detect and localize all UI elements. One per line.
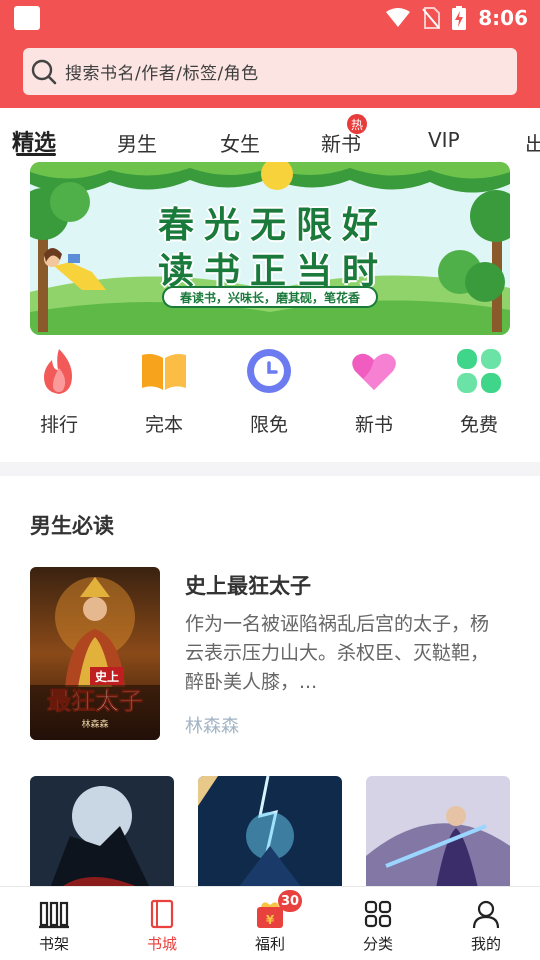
status-icons: 8:06 <box>386 4 528 32</box>
book-thumbnail[interactable] <box>366 776 510 888</box>
quick-entry-completed[interactable]: 完本 <box>119 340 209 437</box>
promo-banner[interactable]: 春光无限好 读书正当时 春读书，兴味长，磨其砚，笔花香 <box>30 162 510 335</box>
quick-entry-label: 免费 <box>459 414 498 436</box>
quick-entry-ranking[interactable]: 排行 <box>14 340 104 437</box>
nav-label: 分类 <box>362 935 393 953</box>
svg-text:¥: ¥ <box>266 913 275 927</box>
quick-entries: 排行 完本 限免 新书 免费 <box>0 340 540 440</box>
header: 8:06 搜索书名/作者/标签/角色 <box>0 0 540 108</box>
book-thumbnail-art <box>30 776 174 888</box>
bottom-nav: 书架 书城 ¥ 福利 分类 我的 <box>0 886 540 960</box>
banner-headline-1: 春光无限好 <box>157 204 389 247</box>
cover-author: 林森森 <box>81 718 108 730</box>
wifi-icon <box>386 8 411 27</box>
book-thumbnail-art <box>366 776 510 888</box>
active-tab-indicator <box>16 153 56 156</box>
no-sim-icon <box>422 7 441 29</box>
featured-book-author: 林森森 <box>185 716 239 737</box>
nav-label: 福利 <box>254 935 285 953</box>
status-bar: 8:06 <box>0 0 540 36</box>
open-book-icon <box>139 346 189 396</box>
hot-badge: 热 <box>347 114 367 134</box>
cover-text-top: 史上 <box>95 669 119 684</box>
heart-icon <box>349 346 399 396</box>
nav-label: 书城 <box>146 935 177 953</box>
status-time: 8:06 <box>478 6 528 30</box>
search-icon <box>31 59 57 84</box>
search-placeholder: 搜索书名/作者/标签/角色 <box>65 64 259 84</box>
battery-charging-icon <box>452 6 467 30</box>
tab-more[interactable]: 出 <box>525 128 540 157</box>
nav-label: 我的 <box>470 935 501 953</box>
quick-entry-label: 排行 <box>39 414 78 436</box>
bookshelf-icon <box>39 899 69 929</box>
nav-category[interactable]: 分类 <box>338 887 418 960</box>
featured-book-title[interactable]: 史上最狂太子 <box>185 570 311 600</box>
cover-text-main: 最狂太子 <box>47 686 143 715</box>
user-icon <box>471 899 501 929</box>
featured-book-cover[interactable]: 史上 最狂太子 林森森 <box>30 567 160 740</box>
quick-entry-label: 新书 <box>354 414 393 436</box>
search-input[interactable]: 搜索书名/作者/标签/角色 <box>23 48 517 95</box>
section-title: 男生必读 <box>30 514 114 538</box>
book-thumbnail[interactable] <box>30 776 174 888</box>
clover-icon <box>454 346 504 396</box>
quick-entry-label: 完本 <box>144 414 183 436</box>
grid-icon <box>363 899 393 929</box>
nav-book-city[interactable]: 书城 <box>122 887 202 960</box>
app-notification-icon <box>14 6 40 30</box>
clock-icon <box>244 346 294 396</box>
featured-book-description: 作为一名被诬陷祸乱后宫的太子，杨云表示压力山大。杀权臣、灭鞑靼，醉卧美人膝，..… <box>185 613 490 693</box>
quick-entry-free[interactable]: 免费 <box>434 340 524 437</box>
banner-slogan: 春读书，兴味长，磨其砚，笔花香 <box>162 286 378 308</box>
section-divider <box>0 462 540 476</box>
book-city-icon <box>147 899 177 929</box>
bookstore-page: 8:06 搜索书名/作者/标签/角色 精选 男生 女生 新书 VIP 出 热 春… <box>0 0 540 960</box>
quick-entry-limited-free[interactable]: 限免 <box>224 340 314 437</box>
book-thumbnail-art <box>198 776 342 888</box>
cover-art: 史上 最狂太子 林森森 <box>30 567 160 740</box>
welfare-badge: 30 <box>278 890 302 912</box>
tab-female[interactable]: 女生 <box>220 128 260 157</box>
nav-label: 书架 <box>38 935 69 953</box>
quick-entry-new-books[interactable]: 新书 <box>329 340 419 437</box>
channel-tabs: 精选 男生 女生 新书 VIP 出 <box>0 108 540 164</box>
tab-vip[interactable]: VIP <box>428 128 460 152</box>
quick-entry-label: 限免 <box>249 414 288 436</box>
tab-male[interactable]: 男生 <box>117 128 157 157</box>
nav-mine[interactable]: 我的 <box>446 887 526 960</box>
book-thumbnail[interactable] <box>198 776 342 888</box>
nav-bookshelf[interactable]: 书架 <box>14 887 94 960</box>
flame-icon <box>34 346 84 396</box>
